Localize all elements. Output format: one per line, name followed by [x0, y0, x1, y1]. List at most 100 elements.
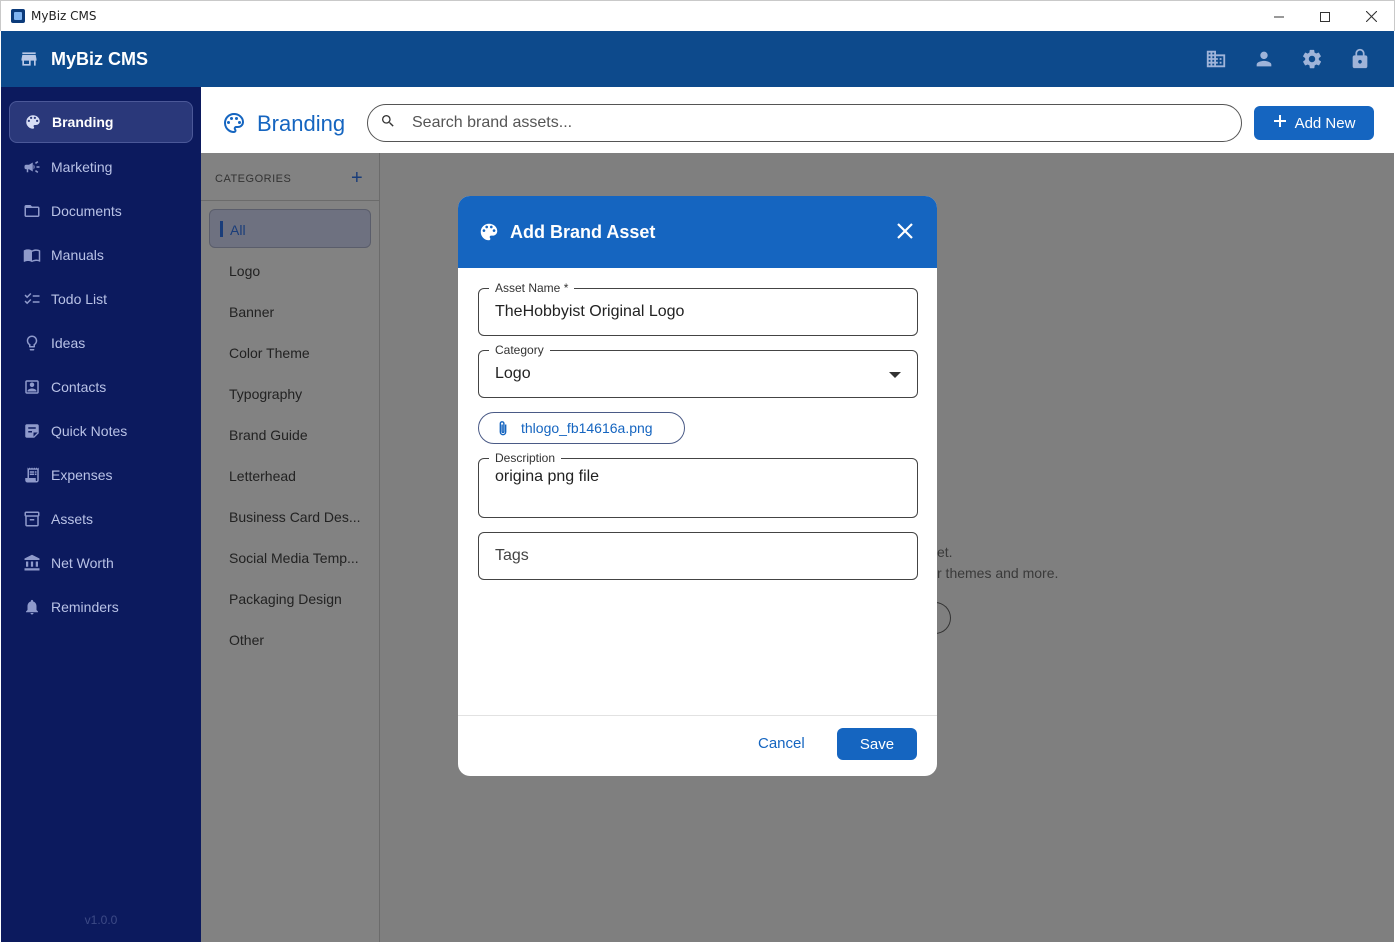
category-label: All — [230, 222, 246, 238]
checklist-icon — [23, 290, 41, 308]
search-bar[interactable] — [367, 104, 1242, 142]
sidebar-item-label: Marketing — [51, 159, 113, 175]
dialog-title: Add Brand Asset — [510, 221, 656, 242]
dropdown-arrow-icon[interactable] — [889, 372, 901, 378]
category-item-banner[interactable]: Banner — [229, 304, 274, 320]
empty-state-subtext: r themes and more. — [937, 565, 1059, 581]
app-name: MyBiz CMS — [51, 48, 149, 69]
campaign-icon — [23, 158, 41, 176]
plus-icon — [1273, 114, 1287, 132]
description-value[interactable]: origina png file — [495, 468, 599, 486]
sidebar-item-label: Todo List — [51, 291, 108, 307]
tags-field[interactable]: Tags — [478, 532, 918, 580]
asset-name-label: Asset Name * — [489, 281, 575, 295]
category-value[interactable]: Logo — [495, 365, 531, 383]
add-new-label: Add New — [1294, 114, 1356, 132]
page-header: Branding Add New — [201, 87, 1394, 153]
category-item-brand-guide[interactable]: Brand Guide — [229, 427, 308, 443]
categories-heading: CATEGORIES — [215, 173, 292, 185]
category-item-letterhead[interactable]: Letterhead — [229, 468, 296, 484]
sidebar-item-branding[interactable]: Branding — [9, 101, 193, 143]
category-item-packaging-design[interactable]: Packaging Design — [229, 591, 342, 607]
sidebar-item-ideas[interactable]: Ideas — [9, 322, 193, 364]
category-label: Category — [489, 343, 550, 357]
attachment-filename: thlogo_fb14616a.png — [521, 420, 653, 436]
palette-icon — [24, 113, 42, 131]
empty-state-text: et. — [937, 544, 953, 560]
store-icon — [19, 49, 39, 69]
sidebar-item-marketing[interactable]: Marketing — [9, 146, 193, 188]
add-brand-asset-dialog: Add Brand Asset Asset Name * TheHobbyist… — [458, 196, 937, 776]
sidebar-item-assets[interactable]: Assets — [9, 498, 193, 540]
category-item-color-theme[interactable]: Color Theme — [229, 345, 310, 361]
categories-panel: CATEGORIES + All Logo Banner Color Theme… — [201, 153, 380, 942]
sidebar-item-reminders[interactable]: Reminders — [9, 586, 193, 628]
sidebar-item-label: Quick Notes — [51, 423, 128, 439]
active-indicator — [220, 221, 223, 237]
category-item-social-media[interactable]: Social Media Temp... — [229, 550, 359, 566]
folder-icon — [23, 202, 41, 220]
sidebar-item-label: Manuals — [51, 247, 104, 263]
add-category-icon[interactable]: + — [351, 167, 363, 190]
bank-icon — [23, 554, 41, 572]
sidebar-item-label: Net Worth — [51, 555, 114, 571]
minimize-icon[interactable] — [1256, 1, 1302, 32]
sidebar-item-manuals[interactable]: Manuals — [9, 234, 193, 276]
sidebar-item-documents[interactable]: Documents — [9, 190, 193, 232]
sidebar-item-label: Reminders — [51, 599, 119, 615]
receipt-icon — [23, 466, 41, 484]
lock-icon[interactable] — [1348, 47, 1372, 71]
attachment-chip[interactable]: thlogo_fb14616a.png — [478, 412, 685, 444]
dialog-divider — [458, 715, 937, 716]
sidebar-item-label: Branding — [52, 114, 114, 130]
close-icon[interactable] — [895, 221, 915, 246]
bell-icon — [23, 598, 41, 616]
sidebar-item-label: Documents — [51, 203, 122, 219]
app-bar: MyBiz CMS — [1, 31, 1394, 87]
category-item-all[interactable]: All — [209, 209, 371, 248]
sidebar-item-label: Expenses — [51, 467, 113, 483]
asset-name-value[interactable]: TheHobbyist Original Logo — [495, 303, 684, 321]
category-item-other[interactable]: Other — [229, 632, 264, 648]
close-window-icon[interactable] — [1348, 1, 1394, 32]
window-title: MyBiz CMS — [31, 9, 97, 23]
divider — [201, 200, 380, 201]
description-field[interactable]: Description origina png file — [478, 451, 918, 518]
settings-icon[interactable] — [1300, 47, 1324, 71]
page-title: Branding — [257, 111, 346, 136]
tags-placeholder[interactable]: Tags — [495, 547, 529, 565]
category-select[interactable]: Category Logo — [478, 343, 918, 398]
lightbulb-icon — [23, 334, 41, 352]
sidebar-item-quick-notes[interactable]: Quick Notes — [9, 410, 193, 452]
category-item-logo[interactable]: Logo — [229, 263, 260, 279]
category-item-typography[interactable]: Typography — [229, 386, 302, 402]
sidebar-item-todo-list[interactable]: Todo List — [9, 278, 193, 320]
maximize-icon[interactable] — [1302, 1, 1348, 32]
sidebar: Branding Marketing Documents Manuals Tod… — [1, 87, 201, 942]
app-logo-icon — [11, 9, 25, 23]
person-icon[interactable] — [1252, 47, 1276, 71]
sidebar-item-net-worth[interactable]: Net Worth — [9, 542, 193, 584]
book-icon — [23, 246, 41, 264]
sidebar-item-label: Assets — [51, 511, 94, 527]
cancel-button[interactable]: Cancel — [758, 735, 805, 752]
sidebar-item-label: Contacts — [51, 379, 107, 395]
sidebar-item-label: Ideas — [51, 335, 86, 351]
add-new-button[interactable]: Add New — [1254, 106, 1374, 140]
palette-icon — [478, 221, 500, 243]
dialog-header: Add Brand Asset — [458, 196, 937, 268]
asset-name-field[interactable]: Asset Name * TheHobbyist Original Logo — [478, 281, 918, 336]
sidebar-item-expenses[interactable]: Expenses — [9, 454, 193, 496]
window-titlebar: MyBiz CMS — [0, 0, 1395, 31]
archive-icon — [23, 510, 41, 528]
search-input[interactable] — [412, 114, 1212, 132]
business-icon[interactable] — [1204, 47, 1228, 71]
note-icon — [23, 422, 41, 440]
sidebar-item-contacts[interactable]: Contacts — [9, 366, 193, 408]
palette-icon — [222, 111, 246, 140]
category-item-business-card[interactable]: Business Card Des... — [229, 509, 361, 525]
empty-state-button — [935, 602, 951, 634]
save-button[interactable]: Save — [837, 728, 917, 760]
description-label: Description — [489, 451, 562, 465]
search-icon — [380, 113, 396, 134]
